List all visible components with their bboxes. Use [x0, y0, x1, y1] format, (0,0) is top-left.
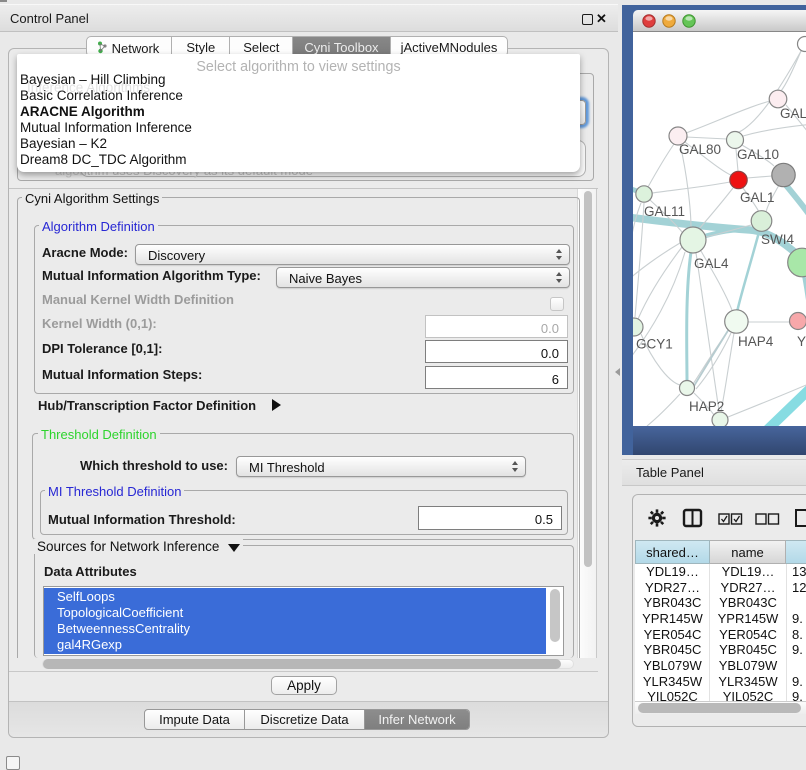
svg-text:HAP2: HAP2 — [689, 399, 724, 414]
svg-text:GAL10: GAL10 — [737, 147, 779, 162]
svg-text:GAL1: GAL1 — [740, 190, 775, 205]
svg-text:HAP4: HAP4 — [738, 334, 774, 349]
svg-text:GAL: GAL — [780, 106, 806, 121]
svg-text:Y: Y — [797, 334, 806, 349]
svg-text:GCY1: GCY1 — [636, 337, 673, 352]
svg-text:GAL80: GAL80 — [679, 142, 721, 157]
svg-text:GAL4: GAL4 — [694, 256, 729, 271]
svg-text:SWI4: SWI4 — [761, 232, 794, 247]
svg-text:GAL11: GAL11 — [644, 204, 685, 219]
